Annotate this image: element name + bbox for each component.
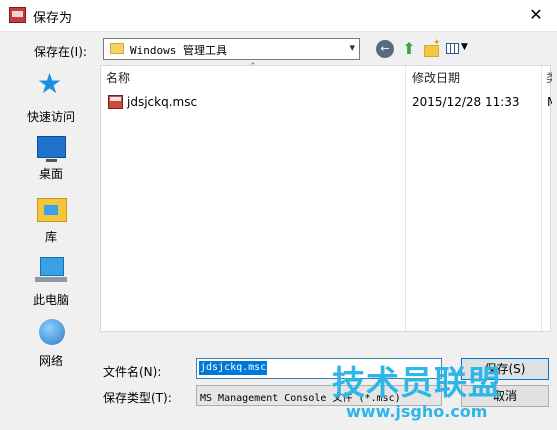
view-menu-icon[interactable]: ▼	[446, 40, 472, 58]
place-label: 桌面	[38, 167, 63, 181]
app-icon	[9, 7, 26, 23]
place-label: 此电脑	[32, 293, 69, 307]
column-divider[interactable]	[541, 66, 542, 331]
file-list[interactable]: ⌃ 名称 修改日期 类 jdsjckq.msc 2015/12/28 11:33…	[100, 62, 552, 332]
save-button[interactable]: 保存(S)	[461, 358, 549, 380]
library-icon	[37, 198, 67, 222]
folder-icon	[110, 43, 124, 54]
new-folder-icon[interactable]	[423, 38, 441, 58]
place-label: 库	[44, 230, 57, 244]
star-icon: ★	[37, 67, 63, 100]
sort-ascending-icon: ⌃	[249, 62, 257, 72]
back-icon[interactable]: ←	[376, 40, 394, 58]
place-label: 快速访问	[26, 110, 75, 124]
close-button[interactable]: ✕	[521, 4, 551, 26]
places-bar: ★ 快速访问 桌面 库 此电脑 网络	[8, 64, 94, 380]
file-type-label: 保存类型(T):	[103, 391, 172, 405]
list-item[interactable]: jdsjckq.msc 2015/12/28 11:33 M	[106, 93, 552, 113]
chevron-down-icon: ▼	[461, 42, 468, 52]
file-type-select[interactable]: MS Management Console 文件 (*.msc)	[196, 385, 442, 406]
file-name-label: 文件名(N):	[103, 365, 162, 379]
save-in-path: Windows 管理工具	[130, 44, 227, 57]
column-header-type[interactable]: 类	[546, 66, 552, 90]
file-name-field[interactable]: jdsjckq.msc	[196, 358, 442, 379]
file-date: 2015/12/28 11:33	[412, 95, 520, 109]
file-name: jdsjckq.msc	[127, 95, 198, 109]
computer-icon	[35, 257, 67, 282]
msc-file-icon	[108, 95, 123, 109]
title-bar: 保存为 ✕	[0, 0, 557, 32]
place-label: 网络	[38, 354, 63, 368]
column-header-date[interactable]: 修改日期	[412, 66, 460, 90]
cancel-button[interactable]: 取消	[461, 385, 549, 407]
save-in-combo[interactable]: Windows 管理工具 ▾	[103, 38, 360, 60]
file-type: M	[547, 95, 552, 109]
view-grid-icon	[446, 43, 459, 54]
window-title: 保存为	[33, 11, 73, 26]
column-header-name[interactable]: 名称	[106, 66, 130, 90]
file-type-value: MS Management Console 文件 (*.msc)	[200, 393, 401, 404]
desktop-icon	[37, 136, 66, 162]
up-folder-icon[interactable]: ⬆	[400, 40, 418, 58]
save-in-label: 保存在(I):	[34, 45, 87, 59]
network-icon	[39, 319, 65, 345]
file-name-value: jdsjckq.msc	[199, 361, 268, 375]
chevron-down-icon[interactable]: ▾	[349, 41, 355, 54]
